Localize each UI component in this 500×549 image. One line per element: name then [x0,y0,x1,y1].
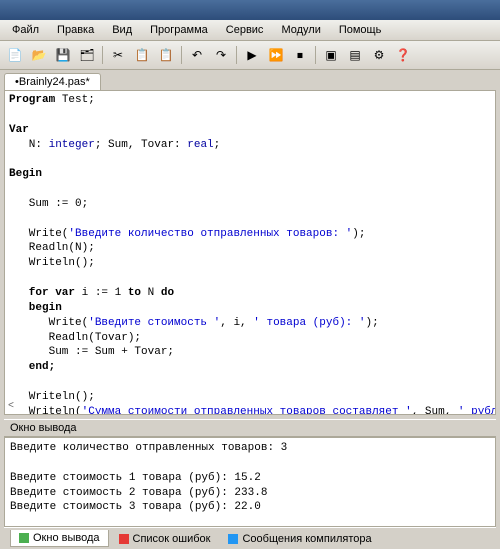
menu-modules[interactable]: Модули [273,22,328,38]
menu-help[interactable]: Помощь [331,22,390,38]
code-keyword: do [161,287,174,299]
code-keyword: to [128,287,141,299]
menu-program[interactable]: Программа [142,22,216,38]
compiler-tab-icon [228,534,238,544]
stop-icon[interactable]: ⏹ [289,44,311,66]
module-icon[interactable]: ▤ [344,44,366,66]
output-line: Введите количество отправленных товаров:… [10,442,287,454]
code-keyword: begin [9,302,62,314]
output-line: Введите стоимость 2 товара (руб): 233.8 [10,487,267,499]
code-text: Readln(Tovar); [9,332,141,344]
code-keyword: Begin [9,168,42,180]
errors-tab-icon [119,534,129,544]
toolbar-separator [181,46,182,64]
open-file-icon[interactable]: 📂 [28,44,50,66]
new-file-icon[interactable]: 📄 [4,44,26,66]
cut-icon[interactable]: ✂ [107,44,129,66]
code-keyword: end; [9,361,55,373]
code-string: ' рублей' [458,406,496,415]
redo-icon[interactable]: ↷ [210,44,232,66]
code-text: i := 1 [75,287,128,299]
code-text: ); [352,228,365,240]
tab-errors[interactable]: Список ошибок [111,530,219,547]
menu-view[interactable]: Вид [104,22,140,38]
copy-icon[interactable]: 📋 [131,44,153,66]
tab-compiler[interactable]: Сообщения компилятора [220,530,379,547]
code-text: , i, [220,317,253,329]
menu-service[interactable]: Сервис [218,22,272,38]
code-text: Write( [9,228,68,240]
code-keyword: for var [9,287,75,299]
code-string: 'Введите количество отправленных товаров… [68,228,352,240]
code-string: ' товара (руб): ' [253,317,365,329]
code-text: Writeln( [9,406,82,415]
run-icon[interactable]: ▶ [241,44,263,66]
code-text: N: [9,139,49,151]
code-text: ; Sum, Tovar: [95,139,187,151]
window-titlebar [0,0,500,20]
menu-edit[interactable]: Правка [49,22,102,38]
bottom-tabs: Окно вывода Список ошибок Сообщения комп… [4,527,496,549]
code-text: Sum := Sum + Tovar; [9,346,174,358]
undo-icon[interactable]: ↶ [186,44,208,66]
code-text: ; [214,139,221,151]
code-text: Readln(N); [9,242,95,254]
code-keyword: Var [9,124,29,136]
tab-label: Окно вывода [33,532,100,544]
code-text: N [141,287,161,299]
step-icon[interactable]: ⏩ [265,44,287,66]
code-editor[interactable]: Program Test; Var N: integer; Sum, Tovar… [4,90,496,415]
code-type: integer [49,139,95,151]
paste-icon[interactable]: 📋 [155,44,177,66]
toolbar-separator [315,46,316,64]
code-string: 'Введите стоимость ' [88,317,220,329]
save-all-icon[interactable]: 🗂 [76,44,98,66]
toolbar-separator [102,46,103,64]
output-line: Введите стоимость 1 товара (руб): 15.2 [10,472,261,484]
editor-tabs: •Brainly24.pas* [0,70,500,90]
save-icon[interactable]: 💾 [52,44,74,66]
code-text: Writeln(); [9,257,95,269]
code-type: real [187,139,213,151]
output-line: Введите стоимость 3 товара (руб): 22.0 [10,501,261,513]
code-string: 'Сумма стоимости отправленных товаров со… [82,406,412,415]
code-text: Test; [55,94,95,106]
help-icon[interactable]: ❓ [392,44,414,66]
code-text: ); [365,317,378,329]
scroll-indicator: < [5,399,17,415]
toolbar-separator [236,46,237,64]
output-tab-icon [19,533,29,543]
tab-output[interactable]: Окно вывода [10,530,109,547]
output-panel-title: Окно вывода [4,419,496,437]
code-text: Write( [9,317,88,329]
code-keyword: Program [9,94,55,106]
file-tab[interactable]: •Brainly24.pas* [4,73,101,90]
options-icon[interactable]: ⚙ [368,44,390,66]
toolbar: 📄 📂 💾 🗂 ✂ 📋 📋 ↶ ↷ ▶ ⏩ ⏹ ▣ ▤ ⚙ ❓ [0,41,500,70]
code-text: Writeln(); [9,391,95,403]
output-panel[interactable]: Введите количество отправленных товаров:… [4,437,496,527]
code-text: , Sum, [412,406,458,415]
menu-bar: Файл Правка Вид Программа Сервис Модули … [0,20,500,41]
code-text: Sum := 0; [9,198,88,210]
menu-file[interactable]: Файл [4,22,47,38]
form-icon[interactable]: ▣ [320,44,342,66]
